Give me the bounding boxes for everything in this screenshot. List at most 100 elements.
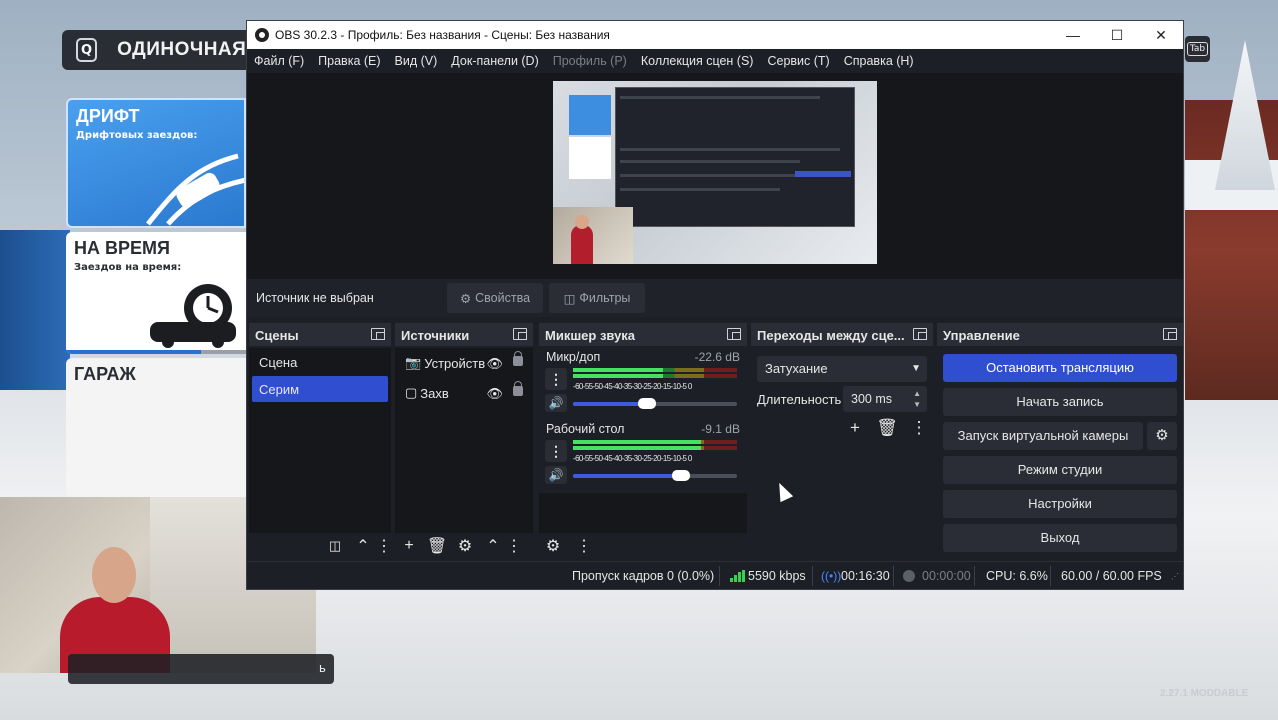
- minimize-button[interactable]: —: [1051, 21, 1095, 49]
- duration-input[interactable]: 300 ms ▲ ▼: [843, 386, 927, 412]
- window-titlebar[interactable]: OBS 30.2.3 - Профиль: Без названия - Сце…: [247, 21, 1183, 49]
- scene-item[interactable]: Сцена: [252, 349, 388, 375]
- channel-db: -22.6 dB: [694, 350, 740, 364]
- advanced-audio-gear-icon[interactable]: ⚙: [539, 533, 567, 559]
- gear-icon[interactable]: ⚙: [451, 533, 479, 559]
- volume-slider[interactable]: [573, 398, 737, 409]
- settings-button[interactable]: Настройки: [943, 490, 1177, 518]
- undock-icon[interactable]: [371, 328, 385, 340]
- source-list: 📷 Устройств 👁 ▢ Захв 👁: [395, 348, 533, 536]
- menu-docks[interactable]: Док-панели (D): [451, 54, 538, 68]
- eye-icon[interactable]: 👁: [486, 386, 503, 402]
- scene-list: Сцена Серим: [249, 348, 391, 536]
- speaker-icon[interactable]: 🔊: [545, 394, 567, 412]
- filter-icon[interactable]: ◫: [321, 533, 349, 559]
- volume-slider[interactable]: [573, 470, 737, 481]
- scene-item-selected[interactable]: Серим: [252, 376, 388, 402]
- undock-icon[interactable]: [513, 328, 527, 340]
- transition-select-value: Затухание: [765, 361, 828, 376]
- spinner-arrows-icon[interactable]: ▲ ▼: [913, 388, 921, 410]
- trash-icon[interactable]: 🗑: [871, 416, 903, 440]
- menu-tools[interactable]: Сервис (T): [767, 54, 829, 68]
- volume-slider-knob[interactable]: [672, 470, 691, 481]
- dock-header[interactable]: Управление: [937, 324, 1183, 346]
- drift-car-icon: [146, 153, 244, 226]
- game-card-garage[interactable]: ГАРАЖ: [66, 358, 246, 498]
- volume-slider-knob[interactable]: [637, 398, 656, 409]
- properties-button[interactable]: ⚙ Свойства: [447, 283, 543, 313]
- add-icon[interactable]: +: [839, 416, 871, 440]
- undock-icon[interactable]: [727, 328, 741, 340]
- virtual-camera-settings-gear-icon[interactable]: ⚙: [1147, 422, 1177, 450]
- stop-streaming-button[interactable]: Остановить трансляцию: [943, 354, 1177, 382]
- more-vertical-icon[interactable]: ⋮: [376, 533, 392, 559]
- close-button[interactable]: ✕: [1139, 21, 1183, 49]
- preview-stream-button: [795, 171, 851, 177]
- dock-header[interactable]: Переходы между сце...: [751, 324, 933, 346]
- exit-button[interactable]: Выход: [943, 524, 1177, 552]
- dock-footer: + 🗑 ⚙ ⌃ ⋮: [395, 533, 533, 559]
- undock-icon[interactable]: [1163, 328, 1177, 340]
- menu-view[interactable]: Вид (V): [395, 54, 438, 68]
- game-q-key-icon: Q: [76, 38, 98, 62]
- dock-header[interactable]: Источники: [395, 324, 533, 346]
- volume-meter: [573, 440, 737, 452]
- source-item[interactable]: ▢ Захв 👁: [395, 378, 533, 408]
- mixer-channel: Рабочий стол -9.1 dB ⋮ 🔊 -60-55-50-45-40…: [539, 420, 747, 492]
- source-name: Захв: [420, 385, 449, 401]
- filter-icon: ◫: [563, 291, 576, 306]
- game-version: 2.27.1 MODDABLE: [1160, 688, 1249, 699]
- menu-help[interactable]: Справка (H): [844, 54, 914, 68]
- dock-title: Микшер звука: [545, 327, 636, 343]
- eye-icon[interactable]: 👁: [486, 356, 503, 372]
- mixer-channel: Микр/доп -22.6 dB ⋮ 🔊 -60-55-50-45-40-35…: [539, 348, 747, 420]
- dock-header[interactable]: Сцены: [249, 324, 391, 346]
- more-vertical-icon[interactable]: ⋮: [506, 533, 522, 559]
- game-bottom-bar-text: ь: [318, 661, 326, 675]
- start-virtual-camera-button[interactable]: Запуск виртуальной камеры: [943, 422, 1143, 450]
- duration-value: 300 ms: [851, 392, 892, 406]
- record-time: 00:00:00: [922, 569, 971, 583]
- game-bottom-bar: ь: [68, 654, 334, 684]
- chevron-up-icon[interactable]: ⌃: [349, 533, 377, 559]
- dock-header[interactable]: Микшер звука: [539, 324, 747, 346]
- lock-icon[interactable]: [513, 351, 523, 366]
- dock-title: Переходы между сце...: [757, 327, 905, 343]
- more-vertical-icon[interactable]: ⋮: [576, 533, 592, 559]
- cpu-usage: CPU: 6.6%: [986, 569, 1048, 583]
- source-item[interactable]: 📷 Устройств 👁: [395, 348, 533, 378]
- maximize-button[interactable]: ☐: [1095, 21, 1139, 49]
- add-icon[interactable]: +: [395, 533, 423, 559]
- transitions-body: Затухание ▼ Длительность 300 ms ▲ ▼ + 🗑 ⋮: [751, 348, 933, 536]
- mixer-empty-area: [539, 493, 747, 533]
- lock-icon[interactable]: [513, 381, 523, 396]
- speaker-icon[interactable]: 🔊: [545, 466, 567, 484]
- more-vertical-icon[interactable]: ⋮: [903, 416, 935, 440]
- camera-icon: 📷: [405, 355, 422, 370]
- resize-grip-icon[interactable]: ⋰: [1171, 572, 1179, 581]
- signal-strength-icon: [730, 570, 745, 582]
- filters-button[interactable]: ◫ Фильтры: [549, 283, 645, 313]
- preview-area[interactable]: [247, 73, 1183, 293]
- chevron-up-icon[interactable]: ⌃: [479, 533, 507, 559]
- menu-edit[interactable]: Правка (E): [318, 54, 380, 68]
- more-vertical-icon[interactable]: ⋮: [545, 368, 567, 390]
- trash-icon[interactable]: 🗑: [423, 533, 451, 559]
- start-recording-button[interactable]: Начать запись: [943, 388, 1177, 416]
- game-background-container: [0, 230, 70, 390]
- game-top-bar: Q ОДИНОЧНАЯ ИГРА: [62, 30, 262, 70]
- menu-scene-collection[interactable]: Коллекция сцен (S): [641, 54, 754, 68]
- source-name: Устройств: [424, 355, 486, 371]
- record-icon: [903, 570, 915, 582]
- transition-select[interactable]: Затухание ▼: [757, 356, 927, 382]
- studio-mode-button[interactable]: Режим студии: [943, 456, 1177, 484]
- more-vertical-icon[interactable]: ⋮: [545, 440, 567, 462]
- fps: 60.00 / 60.00 FPS: [1061, 569, 1162, 583]
- streaming-icon: ((•)): [821, 569, 842, 583]
- game-card-title: ГАРАЖ: [74, 364, 136, 384]
- game-card-time-attack[interactable]: НА ВРЕМЯ Заездов на время:: [66, 232, 246, 354]
- undock-icon[interactable]: [913, 328, 927, 340]
- preview-webcam: [553, 207, 633, 264]
- menu-file[interactable]: Файл (F): [254, 54, 304, 68]
- game-card-drift[interactable]: ДРИФТ Дрифтовых заездов:: [66, 98, 246, 228]
